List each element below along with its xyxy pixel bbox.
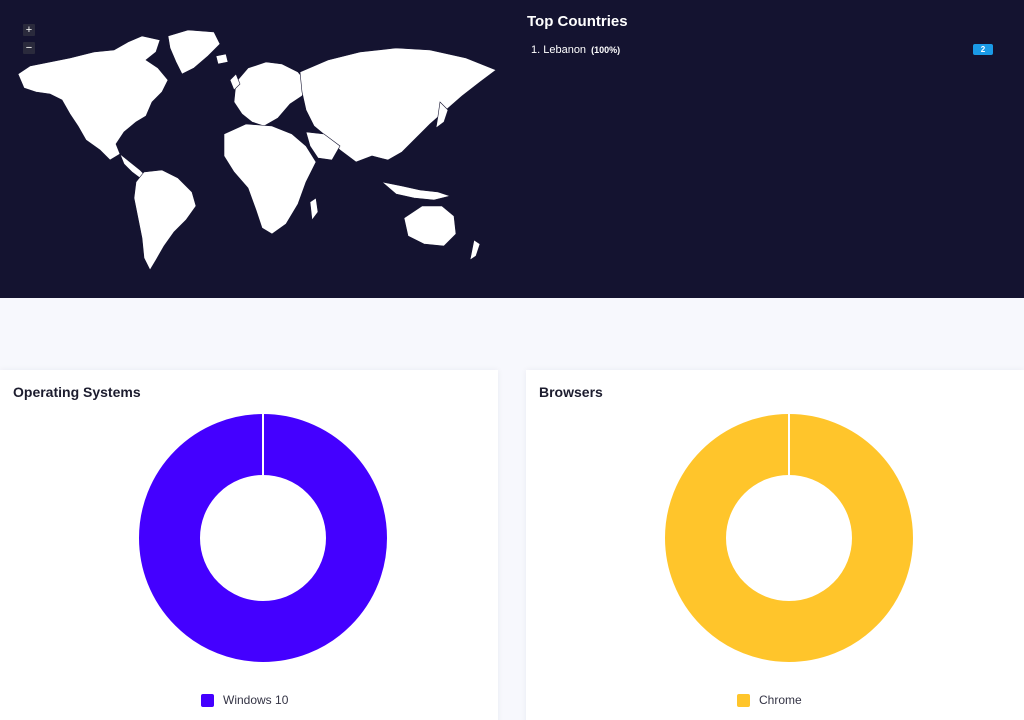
os-legend[interactable]: Windows 10 xyxy=(201,693,288,707)
country-name: 1. Lebanon (100%) xyxy=(531,44,621,56)
legend-swatch-windows-10 xyxy=(201,693,214,707)
region-africa xyxy=(223,123,317,235)
region-south-america xyxy=(133,169,197,271)
map-panel: + − Top Countries 1. Lebanon (100%) 2 xyxy=(0,0,1024,298)
region-madagascar xyxy=(309,197,319,221)
operating-systems-donut-chart[interactable] xyxy=(135,410,391,666)
legend-label-chrome: Chrome xyxy=(759,693,802,707)
country-percent: (100%) xyxy=(591,45,621,55)
region-new-zealand xyxy=(469,239,481,261)
browsers-donut-chart[interactable] xyxy=(661,410,917,666)
legend-swatch-chrome xyxy=(737,693,750,707)
operating-systems-title: Operating Systems xyxy=(13,384,141,400)
zoom-out-button[interactable]: − xyxy=(23,42,35,54)
zoom-in-button[interactable]: + xyxy=(23,24,35,36)
region-europe xyxy=(233,61,309,127)
region-indonesia xyxy=(380,181,452,201)
region-australia xyxy=(403,205,457,247)
region-north-america xyxy=(17,35,169,161)
browsers-title: Browsers xyxy=(539,384,603,400)
operating-systems-card: Operating Systems Windows 10 xyxy=(0,370,498,720)
region-iceland xyxy=(215,53,229,65)
browsers-card: Browsers Chrome xyxy=(526,370,1024,720)
region-greenland xyxy=(167,29,221,75)
world-map[interactable] xyxy=(10,22,506,274)
legend-label-windows-10: Windows 10 xyxy=(223,693,289,707)
top-countries-title: Top Countries xyxy=(527,13,628,30)
browsers-legend[interactable]: Chrome xyxy=(737,693,802,707)
country-list-item[interactable]: 1. Lebanon (100%) 2 xyxy=(531,43,993,59)
country-count-badge: 2 xyxy=(973,44,993,55)
